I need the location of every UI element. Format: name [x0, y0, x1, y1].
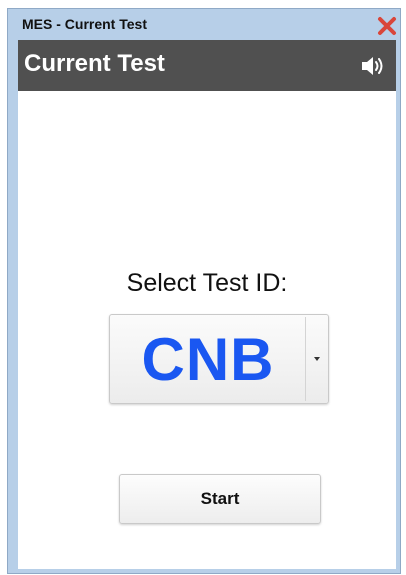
start-button[interactable]: Start [119, 474, 321, 524]
title-bar: MES - Current Test [8, 9, 400, 40]
main-content: Select Test ID: CNB Start [18, 91, 396, 569]
chevron-down-icon[interactable] [314, 357, 320, 361]
close-icon[interactable] [376, 15, 398, 37]
speaker-icon[interactable] [361, 54, 387, 78]
app-window: MES - Current Test Current Test Select T… [7, 8, 401, 574]
app-header: Current Test [18, 40, 396, 91]
page-title: Current Test [24, 50, 165, 77]
select-divider [305, 317, 306, 401]
window-title: MES - Current Test [22, 16, 147, 32]
test-id-value: CNB [141, 326, 275, 393]
test-id-select[interactable]: CNB [109, 314, 329, 404]
select-test-id-label: Select Test ID: [126, 269, 288, 297]
